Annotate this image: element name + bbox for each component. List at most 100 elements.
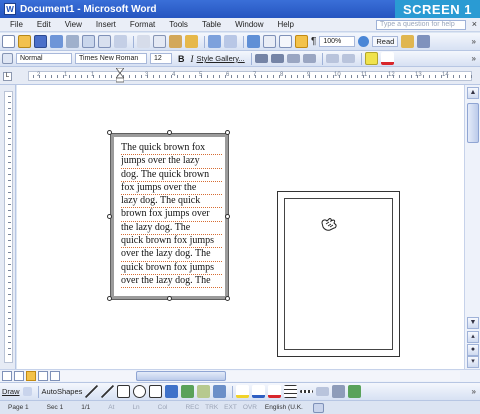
resize-handle-right[interactable]: [225, 214, 230, 219]
resize-handle-bottom-right[interactable]: [225, 296, 230, 301]
italic-button[interactable]: I: [191, 54, 194, 64]
oval-tool-icon[interactable]: [133, 385, 147, 398]
autoshapes-menu-button[interactable]: AutoShapes: [42, 387, 83, 396]
new-document-icon[interactable]: [2, 35, 15, 48]
empty-frame[interactable]: [277, 191, 400, 357]
wordart-icon[interactable]: [165, 385, 179, 398]
font-select[interactable]: Times New Roman: [75, 53, 147, 64]
outline-view-icon[interactable]: [38, 371, 48, 381]
envelope-icon[interactable]: [401, 35, 415, 48]
shadow-style-icon[interactable]: [332, 385, 346, 398]
word-app-icon[interactable]: W: [4, 3, 16, 15]
menu-view[interactable]: View: [65, 20, 82, 29]
rectangle-tool-icon[interactable]: [117, 385, 131, 398]
font-size-select[interactable]: 12: [150, 53, 172, 64]
print-icon[interactable]: [66, 35, 79, 48]
arrow-tool-icon[interactable]: [101, 385, 115, 398]
indent-marker-icon[interactable]: [116, 68, 124, 83]
browse-object-icon[interactable]: ●: [467, 344, 479, 356]
status-trk[interactable]: TRK: [205, 404, 218, 411]
toolbar-options-chevron-icon[interactable]: »: [472, 37, 476, 46]
zoom-select[interactable]: 100%: [319, 36, 356, 47]
style-gallery-button[interactable]: Style Gallery...: [197, 54, 245, 63]
status-rec[interactable]: REC: [185, 404, 199, 411]
text-box-tool-icon[interactable]: [149, 385, 163, 398]
bold-button[interactable]: B: [178, 54, 185, 64]
close-document-icon[interactable]: ×: [472, 19, 477, 29]
vertical-scroll-thumb[interactable]: [467, 103, 479, 143]
menu-edit[interactable]: Edit: [37, 20, 51, 29]
insert-table-icon[interactable]: [279, 35, 292, 48]
horizontal-scrollbar[interactable]: [60, 371, 460, 381]
align-left-icon[interactable]: [254, 54, 268, 63]
resize-handle-bottom[interactable]: [167, 296, 172, 301]
bullets-icon[interactable]: [341, 54, 355, 63]
paste-icon[interactable]: [169, 35, 182, 48]
diagram-icon[interactable]: [181, 385, 195, 398]
drawing-toggle-icon[interactable]: [295, 35, 308, 48]
help-question-box[interactable]: Type a question for help: [376, 20, 466, 30]
open-folder-icon[interactable]: [18, 35, 31, 48]
copy-icon[interactable]: [153, 35, 166, 48]
scroll-up-arrow-icon[interactable]: ▲: [467, 87, 479, 99]
vertical-scrollbar[interactable]: ▲ ▼ ▴ ● ▾: [464, 85, 480, 369]
format-painter-icon[interactable]: [185, 35, 198, 48]
menu-window[interactable]: Window: [235, 20, 263, 29]
tables-borders-icon[interactable]: [263, 35, 276, 48]
resize-handle-top[interactable]: [167, 130, 172, 135]
align-right-icon[interactable]: [286, 54, 300, 63]
draw-menu-button[interactable]: Draw: [2, 387, 20, 396]
status-language[interactable]: English (U.K.: [265, 404, 303, 411]
menu-tools[interactable]: Tools: [169, 20, 188, 29]
menu-help[interactable]: Help: [278, 20, 294, 29]
clip-art-icon[interactable]: [197, 385, 211, 398]
reading-layout-view-icon[interactable]: [50, 371, 60, 381]
help-icon[interactable]: [358, 36, 370, 47]
resize-handle-top-left[interactable]: [107, 130, 112, 135]
3d-style-icon[interactable]: [348, 385, 362, 398]
status-ext[interactable]: EXT: [224, 404, 237, 411]
menu-insert[interactable]: Insert: [96, 20, 116, 29]
more-tools-icon[interactable]: [417, 35, 431, 48]
formatting-options-chevron-icon[interactable]: »: [472, 54, 476, 63]
highlight-icon[interactable]: [364, 52, 378, 65]
styles-formatting-icon[interactable]: [2, 53, 13, 64]
select-objects-icon[interactable]: [22, 387, 32, 396]
spelling-icon[interactable]: [98, 35, 111, 48]
redo-icon[interactable]: [224, 35, 237, 48]
save-disk-icon[interactable]: [34, 35, 47, 48]
normal-view-icon[interactable]: [2, 371, 12, 381]
font-color-icon[interactable]: [380, 52, 394, 65]
fill-color-icon[interactable]: [236, 385, 250, 398]
cut-icon[interactable]: [137, 35, 150, 48]
style-select[interactable]: Normal: [16, 53, 72, 64]
selected-text-box[interactable]: The quick brown fox jumps over the lazy …: [110, 133, 229, 300]
tab-selector[interactable]: L: [3, 72, 12, 81]
justify-icon[interactable]: [302, 54, 316, 63]
insert-picture-icon[interactable]: [213, 385, 227, 398]
read-button[interactable]: Read: [372, 36, 399, 47]
web-layout-view-icon[interactable]: [14, 371, 24, 381]
menu-file[interactable]: File: [10, 20, 23, 29]
status-ovr[interactable]: OVR: [243, 404, 257, 411]
spelling-status-icon[interactable]: [312, 402, 324, 413]
line-style-icon[interactable]: [284, 385, 298, 398]
undo-icon[interactable]: [208, 35, 221, 48]
text-box-content[interactable]: The quick brown fox jumps over the lazy …: [121, 142, 222, 289]
hyperlink-icon[interactable]: [247, 35, 260, 48]
research-icon[interactable]: [114, 35, 127, 48]
drawing-options-chevron-icon[interactable]: »: [472, 387, 476, 396]
resize-handle-top-right[interactable]: [225, 130, 230, 135]
previous-page-icon[interactable]: ▴: [467, 331, 479, 343]
dash-style-icon[interactable]: [300, 390, 314, 393]
text-color-icon[interactable]: [268, 385, 282, 398]
align-center-icon[interactable]: [270, 54, 284, 63]
line-tool-icon[interactable]: [85, 385, 99, 398]
horizontal-scroll-thumb[interactable]: [136, 371, 226, 381]
paragraph-mark-icon[interactable]: ¶: [311, 36, 316, 47]
vertical-ruler-bar[interactable]: [4, 91, 13, 363]
line-color-icon[interactable]: [252, 385, 266, 398]
numbering-icon[interactable]: [325, 54, 339, 63]
document-page[interactable]: The quick brown fox jumps over the lazy …: [17, 85, 464, 369]
menu-table[interactable]: Table: [202, 20, 221, 29]
